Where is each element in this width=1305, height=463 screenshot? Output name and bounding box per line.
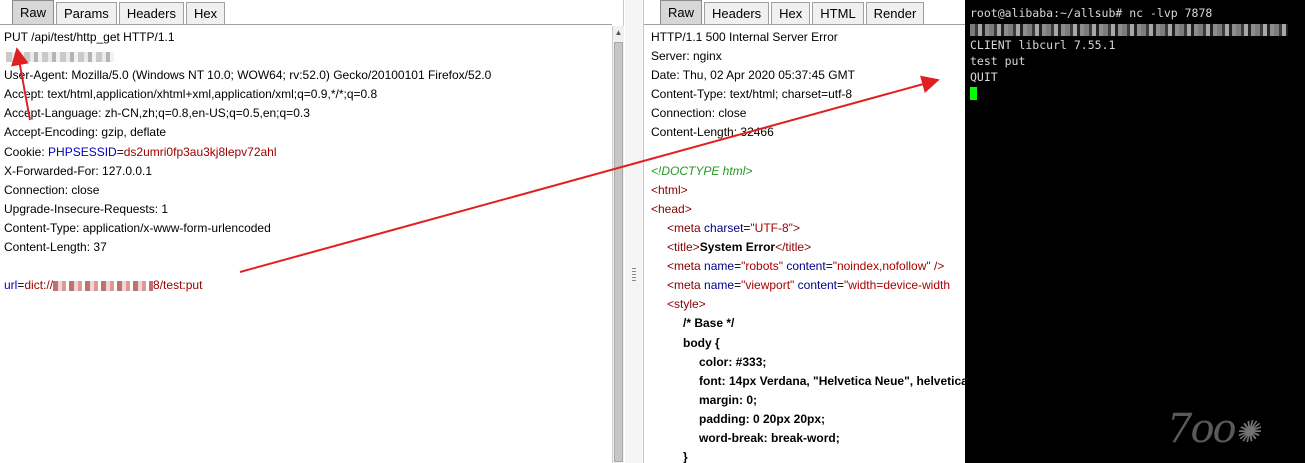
meta-robots-name-value: "robots" — [741, 259, 783, 274]
upgrade-insecure-line: Upgrade-Insecure-Requests: 1 — [4, 201, 169, 216]
accept-language-line: Accept-Language: zh-CN,zh;q=0.8,en-US;q=… — [4, 106, 310, 121]
empty-line — [0, 257, 612, 276]
cookie-prefix: Cookie: — [4, 144, 49, 159]
redacted-connection-info — [970, 23, 1288, 36]
response-tabbar: Raw Headers Hex HTML Render — [658, 0, 926, 24]
splitter-grip-icon[interactable] — [632, 268, 636, 282]
terminal-prompt-line: root@alibaba:~/allsub# nc -lvp 7878 — [970, 6, 1213, 20]
site-watermark-logo: 7oo✺ — [1167, 405, 1287, 453]
request-editor[interactable]: PUT /api/test/http_get HTTP/1.1 User-Age… — [0, 24, 612, 463]
cookie-line: Cookie: PHPSESSID=ds2umri0fp3au3kj8lepv7… — [0, 143, 612, 162]
server-header: Server: nginx — [651, 49, 722, 64]
meta-charset-value: "UTF-8" — [750, 220, 793, 235]
head-open-line: <head> — [651, 201, 692, 216]
title-text: System Error — [699, 240, 776, 255]
terminal-output-line: test put — [970, 54, 1026, 68]
terminal-output-line: CLIENT libcurl 7.55.1 — [970, 38, 1116, 52]
response-editor[interactable]: HTTP/1.1 500 Internal Server Error Serve… — [644, 24, 965, 463]
meta-robots-end: /> — [930, 259, 945, 274]
css-rule-line: font: 14px Verdana, "Helvetica Neue", he… — [699, 373, 965, 388]
request-tab-headers[interactable]: Headers — [118, 2, 184, 24]
connection-line: Connection: close — [4, 182, 100, 197]
meta-robots-line: <meta name="robots" content="noindex,nof… — [667, 259, 945, 274]
title-open: <title> — [667, 240, 700, 255]
meta-viewport-attr-name: name — [704, 278, 735, 293]
response-tab-html[interactable]: HTML — [812, 2, 864, 24]
meta-viewport-tag: meta — [674, 278, 701, 293]
body-param-key: url — [4, 278, 18, 293]
response-tab-headers[interactable]: Headers — [704, 2, 770, 24]
content-length-line: Content-Length: 37 — [4, 240, 107, 255]
request-body-line: url=dict://8/test:put — [0, 276, 612, 295]
body-value-suffix: 8/test:put — [153, 278, 203, 293]
request-tab-hex[interactable]: Hex — [185, 2, 226, 24]
meta-robots-attr-name: name — [704, 259, 735, 274]
request-tabbar: Raw Params Headers Hex — [10, 0, 227, 24]
meta-tag: meta — [674, 220, 701, 235]
cookie-value: ds2umri0fp3au3kj8lepv72ahl — [123, 144, 277, 159]
meta-viewport-name-value: "viewport" — [741, 278, 795, 293]
css-rule-line: word-break: break-word; — [699, 430, 840, 445]
accept-encoding-line: Accept-Encoding: gzip, deflate — [4, 125, 167, 140]
request-tab-raw[interactable]: Raw — [12, 0, 55, 24]
meta-viewport-line: <meta name="viewport" content="width=dev… — [667, 278, 951, 293]
redacted-ip — [53, 281, 154, 292]
title-close: </title> — [775, 240, 812, 255]
host-line-redacted — [0, 47, 612, 66]
meta-viewport-content-value: "width=device-width — [844, 278, 951, 293]
css-selector-line: body { — [683, 335, 720, 350]
cookie-equals: = — [116, 144, 124, 159]
css-close-line: } — [683, 450, 688, 463]
terminal-redacted-line — [970, 22, 1305, 38]
css-comment-line: /* Base */ — [683, 316, 735, 331]
response-tab-raw[interactable]: Raw — [660, 0, 703, 24]
meta-charset-line: <meta charset="UTF-8"> — [667, 220, 800, 235]
redacted-host — [6, 51, 114, 62]
splat-icon: ✺ — [1234, 415, 1260, 450]
request-scrollbar[interactable]: ▲ — [612, 26, 624, 463]
scroll-up-arrow-icon[interactable]: ▲ — [613, 26, 624, 40]
terminal-output-line: QUIT — [970, 70, 998, 84]
request-line: PUT /api/test/http_get HTTP/1.1 — [4, 30, 175, 44]
meta-robots-attr-content: content — [786, 259, 826, 274]
css-rule-line: color: #333; — [699, 354, 767, 369]
css-rule-line: padding: 0 20px 20px; — [699, 411, 826, 426]
content-type-line: Content-Type: application/x-www-form-url… — [4, 220, 271, 235]
meta-viewport-attr-content: content — [797, 278, 838, 293]
meta-robots-tag: meta — [674, 259, 701, 274]
request-pane: Raw Params Headers Hex PUT /api/test/htt… — [0, 0, 624, 463]
response-pane: Raw Headers Hex HTML Render HTTP/1.1 500… — [643, 0, 965, 463]
title-line: <title>System Error</title> — [647, 238, 965, 257]
doctype-line: <!DOCTYPE html> — [651, 163, 753, 178]
pane-splitter[interactable] — [625, 0, 643, 463]
cookie-name: PHPSESSID — [48, 144, 117, 159]
html-open-line: <html> — [651, 182, 688, 197]
request-tab-params[interactable]: Params — [56, 2, 117, 24]
empty-line — [647, 143, 965, 162]
terminal-window[interactable]: root@alibaba:~/allsub# nc -lvp 7878 CLIE… — [965, 0, 1305, 463]
response-tab-hex[interactable]: Hex — [771, 2, 811, 24]
user-agent-line: User-Agent: Mozilla/5.0 (Windows NT 10.0… — [4, 68, 492, 83]
meta-attr-charset: charset — [704, 220, 744, 235]
content-type-header: Content-Type: text/html; charset=utf-8 — [651, 87, 853, 102]
status-line: HTTP/1.1 500 Internal Server Error — [651, 30, 838, 44]
terminal-cursor-icon — [970, 87, 977, 100]
body-value-prefix: dict:// — [24, 278, 54, 293]
css-rule-line: margin: 0; — [699, 392, 758, 407]
accept-line: Accept: text/html,application/xhtml+xml,… — [4, 87, 378, 102]
x-forwarded-for-line: X-Forwarded-For: 127.0.0.1 — [4, 163, 153, 178]
date-header: Date: Thu, 02 Apr 2020 05:37:45 GMT — [651, 68, 855, 83]
content-length-header: Content-Length: 32466 — [651, 125, 774, 140]
style-open-line: <style> — [667, 297, 706, 312]
connection-header: Connection: close — [651, 106, 747, 121]
response-tab-render[interactable]: Render — [865, 2, 925, 24]
watermark-text: 7oo — [1167, 406, 1237, 452]
request-scroll-thumb[interactable] — [614, 42, 623, 462]
terminal-cursor-line — [970, 86, 1305, 102]
meta-robots-content-value: "noindex,nofollow" — [832, 259, 931, 274]
